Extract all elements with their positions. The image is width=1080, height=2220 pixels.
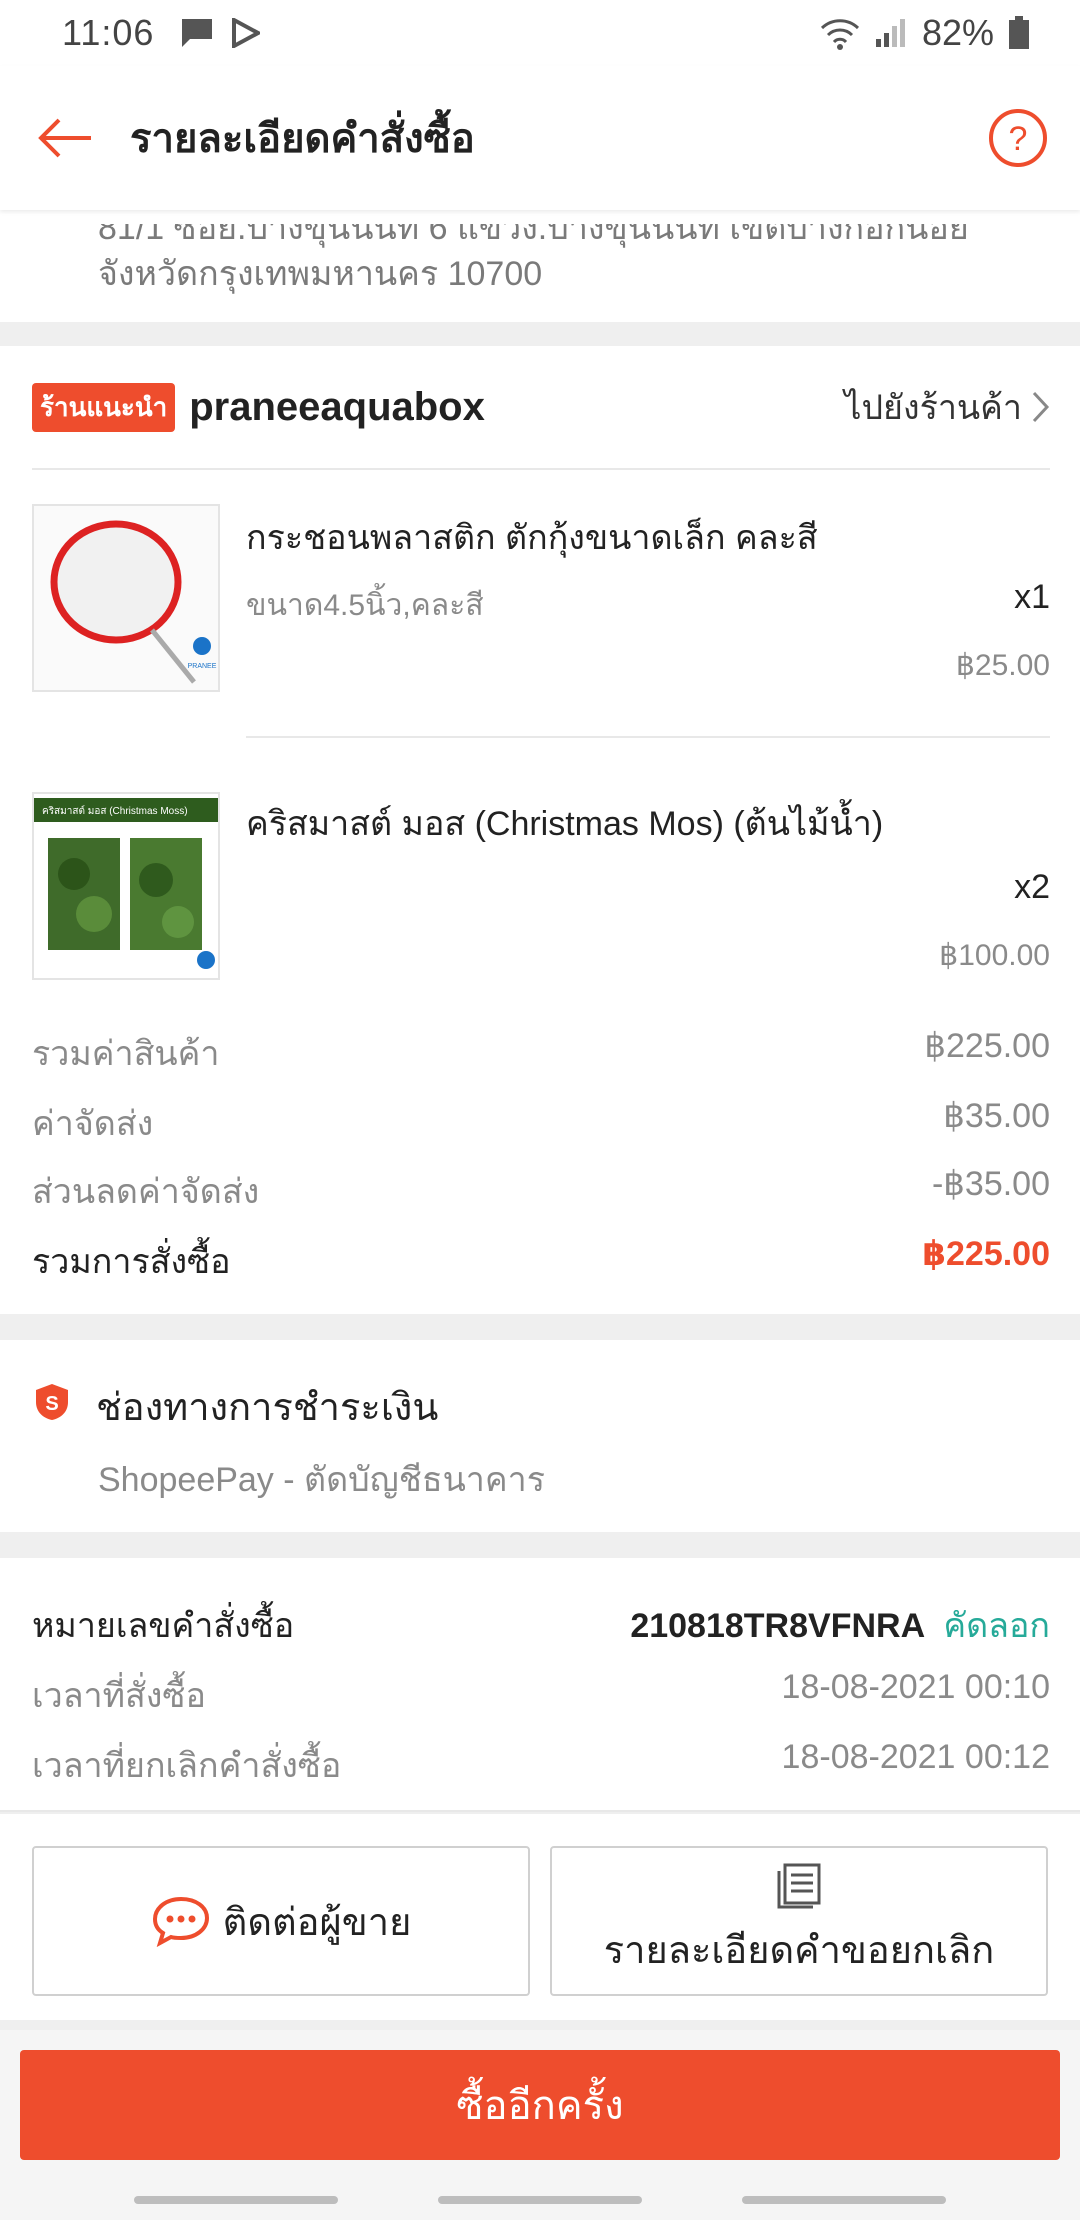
order-time-value: 18-08-2021 00:10 bbox=[781, 1668, 1050, 1706]
list-item[interactable]: PRANEE กระชอนพลาสติก ตักกุ้งขนาดเล็ก คละ… bbox=[32, 504, 1050, 704]
shop-card: ร้านแนะนำ praneeaquabox ไปยังร้านค้า PRA… bbox=[0, 346, 1080, 1314]
cancel-time-value: 18-08-2021 00:12 bbox=[781, 1738, 1050, 1776]
payment-title: ช่องทางการชำระเงิน bbox=[96, 1387, 439, 1429]
order-total-row: รวมการสั่งซื้อ ฿225.00 bbox=[32, 1234, 1050, 1288]
shipping-discount-value: -฿35.00 bbox=[931, 1165, 1050, 1203]
preferred-shop-badge: ร้านแนะนำ bbox=[32, 382, 176, 432]
battery-icon bbox=[1009, 16, 1029, 49]
product-thumbnail: PRANEE bbox=[32, 504, 220, 692]
order-info-card: หมายเลขคำสั่งซื้อ 210818TR8VFNRA คัดลอก … bbox=[0, 1558, 1080, 1812]
status-bar: 11:06 82% bbox=[0, 0, 1080, 66]
product-price: ฿25.00 bbox=[955, 649, 1050, 682]
cancellation-details-label: รายละเอียดคำขอยกเลิก bbox=[603, 1929, 995, 1972]
shop-name: praneeaquabox bbox=[189, 384, 485, 429]
contact-seller-label: ติดต่อผู้ขาย bbox=[222, 1901, 412, 1944]
buy-again-button[interactable]: ซื้ออีกครั้ง bbox=[20, 2050, 1060, 2160]
document-list-icon bbox=[777, 1863, 821, 1908]
subtotal-row: รวมค่าสินค้า ฿225.00 bbox=[32, 1026, 1050, 1080]
action-bar: ติดต่อผู้ขาย รายละเอียดคำขอยกเลิก bbox=[0, 1814, 1080, 2020]
shipping-address: 81/1 ซอย.บางขุนนนท์ 6 แขวง.บางขุนนนท์ เข… bbox=[0, 210, 1080, 322]
svg-text:PRANEE: PRANEE bbox=[188, 663, 217, 670]
order-total-label: รวมการสั่งซื้อ bbox=[32, 1243, 231, 1281]
order-total-value: ฿225.00 bbox=[922, 1235, 1050, 1273]
product-name: กระชอนพลาสติก ตักกุ้งขนาดเล็ก คละสี bbox=[246, 519, 818, 557]
cancel-time-label: เวลาที่ยกเลิกคำสั่งซื้อ bbox=[32, 1747, 342, 1785]
shipping-row: ค่าจัดส่ง ฿35.00 bbox=[32, 1096, 1050, 1150]
subtotal-value: ฿225.00 bbox=[924, 1027, 1050, 1065]
page-title: รายละเอียดคำสั่งซื้อ bbox=[130, 117, 475, 161]
copy-order-id-button[interactable]: คัดลอก bbox=[943, 1607, 1050, 1645]
product-name: คริสมาสต์ มอส (Christmas Mos) (ต้นไม้น้ำ… bbox=[246, 805, 884, 843]
svg-text:S: S bbox=[45, 1393, 58, 1415]
order-id-row: หมายเลขคำสั่งซื้อ 210818TR8VFNRA คัดลอก bbox=[32, 1598, 1050, 1652]
item-divider bbox=[246, 736, 1050, 738]
shield-icon: S bbox=[36, 1384, 68, 1420]
cancellation-details-button[interactable]: รายละเอียดคำขอยกเลิก bbox=[550, 1846, 1048, 1996]
shop-header: ร้านแนะนำ praneeaquabox ไปยังร้านค้า bbox=[32, 346, 1050, 470]
svg-text:?: ? bbox=[1009, 120, 1028, 158]
payment-method: ShopeePay - ตัดบัญชีธนาคาร bbox=[98, 1461, 545, 1499]
product-quantity: x1 bbox=[1014, 578, 1050, 616]
goto-shop-link[interactable]: ไปยังร้านค้า bbox=[844, 380, 1050, 434]
cancel-time-row: เวลาที่ยกเลิกคำสั่งซื้อ 18-08-2021 00:12 bbox=[32, 1738, 1050, 1792]
product-thumbnail: คริสมาสต์ มอส (Christmas Moss) bbox=[32, 792, 220, 980]
shipping-value: ฿35.00 bbox=[943, 1097, 1050, 1135]
product-price: ฿100.00 bbox=[939, 939, 1050, 972]
order-time-label: เวลาที่สั่งซื้อ bbox=[32, 1677, 206, 1715]
shipping-discount-row: ส่วนลดค่าจัดส่ง -฿35.00 bbox=[32, 1164, 1050, 1218]
list-item[interactable]: คริสมาสต์ มอส (Christmas Moss) คริสมาสต์… bbox=[32, 792, 1050, 992]
product-quantity: x2 bbox=[1014, 868, 1050, 906]
goto-shop-label: ไปยังร้านค้า bbox=[844, 389, 1022, 427]
nav-gesture-pill bbox=[134, 2196, 338, 2204]
battery-percent: 82% bbox=[921, 12, 994, 53]
order-id-label: หมายเลขคำสั่งซื้อ bbox=[32, 1607, 295, 1645]
contact-seller-button[interactable]: ติดต่อผู้ขาย bbox=[32, 1846, 530, 1996]
order-id-value: 210818TR8VFNRA bbox=[630, 1607, 924, 1645]
signal-icon bbox=[875, 19, 905, 47]
shipping-discount-label: ส่วนลดค่าจัดส่ง bbox=[32, 1173, 260, 1211]
address-line-2: จังหวัดกรุงเทพมหานคร 10700 bbox=[98, 255, 543, 293]
product-variant: ขนาด4.5นิ้ว,คละสี bbox=[246, 589, 484, 622]
chat-icon bbox=[152, 1896, 209, 1947]
play-store-icon bbox=[232, 18, 261, 48]
svg-text:คริสมาสต์ มอส (Christmas Moss): คริสมาสต์ มอส (Christmas Moss) bbox=[42, 805, 188, 817]
wifi-icon bbox=[820, 19, 859, 50]
chevron-right-icon bbox=[1032, 391, 1050, 423]
shipping-label: ค่าจัดส่ง bbox=[32, 1105, 154, 1143]
status-time: 11:06 bbox=[62, 12, 155, 53]
nav-gesture-pill bbox=[438, 2196, 642, 2204]
arrow-left-icon bbox=[38, 118, 91, 158]
subtotal-label: รวมค่าสินค้า bbox=[32, 1035, 220, 1073]
bottom-area: ซื้ออีกครั้ง bbox=[0, 2030, 1080, 2220]
payment-card: S ช่องทางการชำระเงิน ShopeePay - ตัดบัญช… bbox=[0, 1340, 1080, 1532]
app-bar: รายละเอียดคำสั่งซื้อ ? bbox=[0, 66, 1080, 210]
message-icon bbox=[182, 19, 213, 47]
help-icon[interactable]: ? bbox=[988, 108, 1048, 168]
nav-gesture-pill bbox=[742, 2196, 946, 2204]
order-time-row: เวลาที่สั่งซื้อ 18-08-2021 00:10 bbox=[32, 1668, 1050, 1722]
back-button[interactable] bbox=[0, 66, 130, 210]
